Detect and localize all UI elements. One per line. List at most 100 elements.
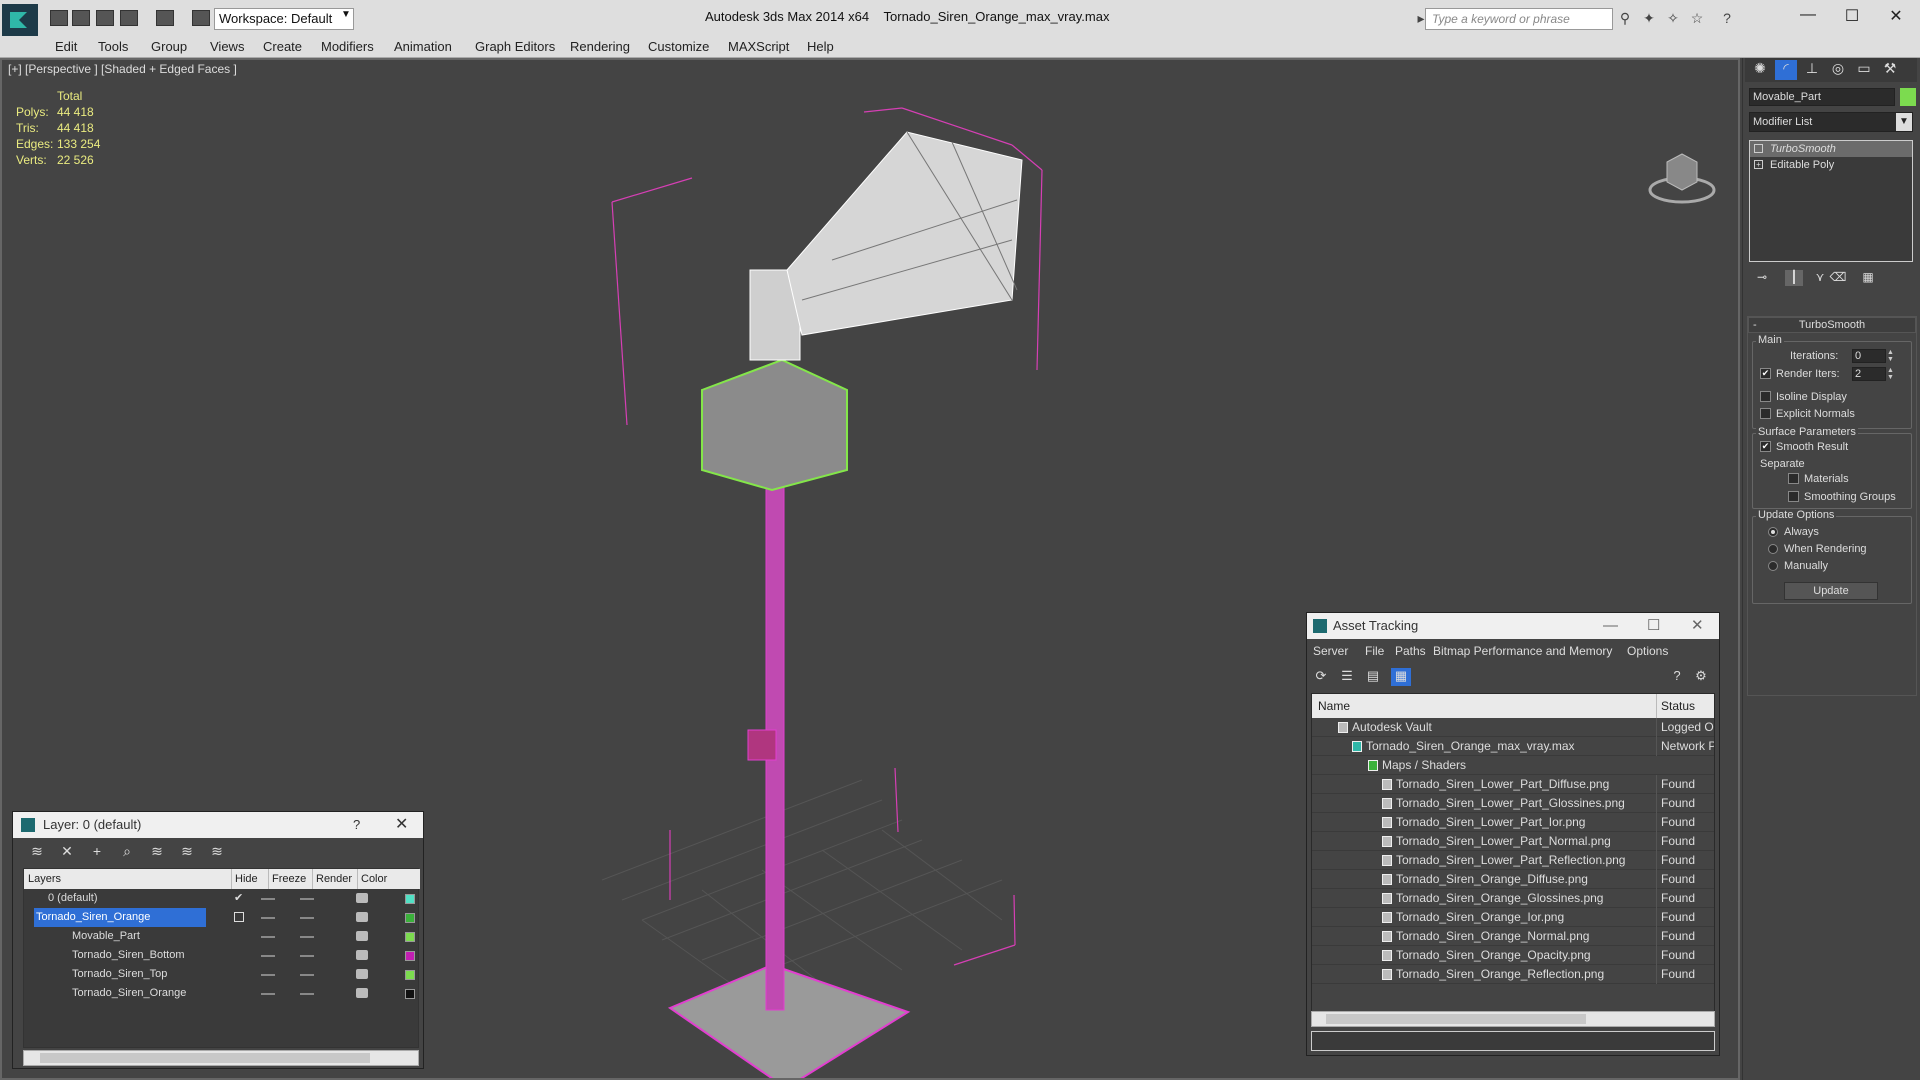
configure-sets-icon[interactable]: ▦	[1859, 270, 1877, 286]
layer-color-swatch[interactable]	[405, 894, 415, 904]
freeze-toggle[interactable]	[300, 936, 314, 938]
asset-row-bitmap[interactable]: Tornado_Siren_Orange_Diffuse.png Found	[1312, 870, 1714, 889]
stack-item-editable-poly[interactable]: + Editable Poly	[1750, 157, 1912, 173]
undo-icon[interactable]	[120, 10, 138, 26]
render-teapot-icon[interactable]	[356, 912, 368, 922]
favorites-star-icon[interactable]: ☆	[1688, 10, 1706, 26]
layer-horizontal-scrollbar[interactable]	[23, 1050, 419, 1066]
scrollbar-thumb[interactable]	[1326, 1014, 1586, 1024]
menu-create[interactable]: Create	[263, 39, 302, 54]
hide-toggle[interactable]	[261, 898, 275, 900]
close-button[interactable]: ✕	[1691, 613, 1704, 639]
layer-row-default[interactable]: 0 (default) ✔	[24, 889, 420, 908]
project-folder-icon[interactable]	[192, 10, 210, 26]
menu-server[interactable]: Server	[1313, 644, 1348, 658]
motion-tab-icon[interactable]: ◎	[1827, 60, 1849, 80]
help-button[interactable]: ?	[353, 812, 360, 838]
render-teapot-icon[interactable]	[356, 950, 368, 960]
menu-help[interactable]: Help	[807, 39, 834, 54]
layer-window-titlebar[interactable]: Layer: 0 (default) ? ✕	[13, 812, 423, 838]
explicit-normals-checkbox[interactable]	[1760, 408, 1771, 419]
when-rendering-radio[interactable]	[1768, 544, 1778, 554]
col-freeze[interactable]: Freeze	[268, 869, 306, 889]
spinner-arrows-icon[interactable]: ▲ ▼	[1887, 367, 1895, 381]
col-layers[interactable]: Layers	[24, 869, 61, 889]
select-in-layer-icon[interactable]: ⌕	[117, 843, 137, 861]
asset-row-bitmap[interactable]: Tornado_Siren_Lower_Part_Diffuse.png Foun…	[1312, 775, 1714, 794]
set-active-box-icon[interactable]	[234, 912, 244, 922]
render-iters-spinner[interactable]: 2	[1852, 367, 1886, 381]
menu-edit[interactable]: Edit	[55, 39, 77, 54]
object-color-swatch[interactable]	[405, 951, 415, 961]
layer-row-tornado-siren-orange[interactable]: Tornado_Siren_Orange	[24, 908, 420, 927]
asset-path-field[interactable]	[1311, 1031, 1715, 1051]
active-layer-check-icon[interactable]: ✔	[234, 889, 243, 908]
minimize-button[interactable]: —	[1794, 6, 1822, 28]
menu-customize[interactable]: Customize	[648, 39, 709, 54]
asset-row-bitmap[interactable]: Tornado_Siren_Orange_Glossines.png Found	[1312, 889, 1714, 908]
hierarchy-tab-icon[interactable]: ⊥	[1801, 60, 1823, 80]
refresh-icon[interactable]: ⟳	[1311, 668, 1331, 686]
render-teapot-icon[interactable]	[356, 893, 368, 903]
modify-tab-icon[interactable]: ◜	[1775, 60, 1797, 80]
iterations-spinner[interactable]: 0	[1852, 349, 1886, 363]
smooth-result-checkbox[interactable]: ✔	[1760, 441, 1771, 452]
layer-row-tornado-siren-top[interactable]: Tornado_Siren_Top	[24, 965, 420, 984]
lightbulb-icon[interactable]	[1754, 144, 1763, 153]
table-view-icon[interactable]: ▦	[1391, 668, 1411, 686]
search-input[interactable]: Type a keyword or phrase	[1425, 8, 1613, 30]
update-button[interactable]: Update	[1784, 582, 1878, 600]
highlight-layer-icon[interactable]: ≋	[147, 843, 167, 861]
col-status[interactable]: Status	[1656, 694, 1695, 718]
hide-all-layers-icon[interactable]: ≋	[177, 843, 197, 861]
app-logo-button[interactable]	[2, 4, 38, 36]
menu-tools[interactable]: Tools	[98, 39, 128, 54]
maximize-button[interactable]: ☐	[1647, 613, 1660, 639]
close-button[interactable]: ✕	[1882, 6, 1910, 28]
binoculars-icon[interactable]: ⚲	[1616, 10, 1634, 26]
menu-options[interactable]: Options	[1627, 644, 1668, 658]
thumbnail-view-icon[interactable]: ▤	[1363, 668, 1383, 686]
stack-item-turbosmooth[interactable]: TurboSmooth	[1750, 141, 1912, 157]
hide-toggle[interactable]	[261, 974, 275, 976]
hide-toggle[interactable]	[261, 993, 275, 995]
isoline-display-checkbox[interactable]	[1760, 391, 1771, 402]
hide-toggle[interactable]	[261, 936, 275, 938]
settings-icon[interactable]: ⚙	[1691, 668, 1711, 686]
workspace-dropdown[interactable]: Workspace: Default	[214, 8, 354, 30]
freeze-all-layers-icon[interactable]: ≋	[207, 843, 227, 861]
turbosmooth-rollout-header[interactable]: - TurboSmooth	[1748, 317, 1916, 333]
utilities-tab-icon[interactable]: ⚒	[1879, 60, 1901, 80]
layer-row-movable-part[interactable]: Movable_Part	[24, 927, 420, 946]
freeze-toggle[interactable]	[300, 955, 314, 957]
object-color-swatch[interactable]	[405, 989, 415, 999]
viewcube-icon[interactable]	[1647, 148, 1717, 208]
col-color[interactable]: Color	[357, 869, 387, 889]
menu-maxscript[interactable]: MAXScript	[728, 39, 789, 54]
close-button[interactable]: ✕	[395, 812, 408, 838]
render-teapot-icon[interactable]	[356, 969, 368, 979]
col-hide[interactable]: Hide	[231, 869, 258, 889]
freeze-toggle[interactable]	[300, 993, 314, 995]
object-color-swatch[interactable]	[1900, 88, 1916, 106]
menu-group[interactable]: Group	[151, 39, 187, 54]
spinner-arrows-icon[interactable]: ▲ ▼	[1887, 349, 1895, 363]
freeze-toggle[interactable]	[300, 898, 314, 900]
open-file-icon[interactable]	[72, 10, 90, 26]
render-iters-checkbox[interactable]: ✔	[1760, 368, 1771, 379]
asset-row-max-file[interactable]: Tornado_Siren_Orange_max_vray.max Network…	[1312, 737, 1714, 756]
maximize-button[interactable]: ☐	[1838, 6, 1866, 28]
show-end-result-icon[interactable]: ┃	[1785, 270, 1803, 286]
menu-paths[interactable]: Paths	[1395, 644, 1426, 658]
menu-graph-editors[interactable]: Graph Editors	[475, 39, 555, 54]
render-teapot-icon[interactable]	[356, 988, 368, 998]
asset-row-bitmap[interactable]: Tornado_Siren_Lower_Part_Glossines.png Fo…	[1312, 794, 1714, 813]
col-render[interactable]: Render	[312, 869, 352, 889]
asset-row-bitmap[interactable]: Tornado_Siren_Orange_Ior.png Found	[1312, 908, 1714, 927]
object-name-field[interactable]: Movable_Part	[1749, 88, 1895, 106]
scrollbar-thumb[interactable]	[40, 1053, 370, 1063]
asset-tracking-titlebar[interactable]: Asset Tracking — ☐ ✕	[1307, 613, 1719, 639]
list-view-icon[interactable]: ☰	[1337, 668, 1357, 686]
layer-row-tornado-siren-bottom[interactable]: Tornado_Siren_Bottom	[24, 946, 420, 965]
materials-checkbox[interactable]	[1788, 473, 1799, 484]
